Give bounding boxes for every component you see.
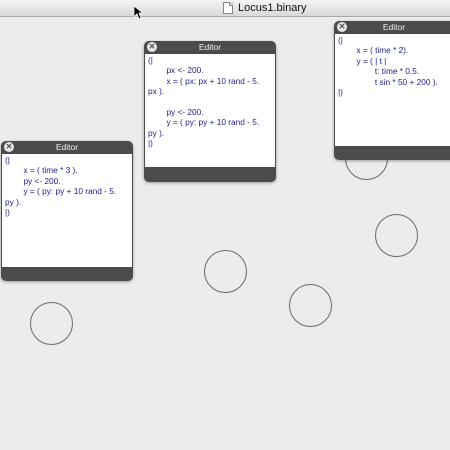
mouse-pointer-icon <box>134 6 144 20</box>
editor-title-bar[interactable]: ✕ Editor <box>144 41 276 54</box>
close-icon[interactable]: ✕ <box>147 42 157 52</box>
editor-window-1[interactable]: ✕ Editor (| x = ( time * 3 ). py <- 200.… <box>1 141 133 281</box>
editor-text-area[interactable]: (| x = ( time * 2). y = ( | t | t: time … <box>335 34 450 146</box>
circle-morph[interactable] <box>204 250 247 293</box>
editor-title: Editor <box>198 42 222 52</box>
circle-morph[interactable] <box>289 284 332 327</box>
editor-code: (| x = ( time * 3 ). py <- 200. y = ( py… <box>5 155 117 218</box>
editor-title-bar[interactable]: ✕ Editor <box>334 21 450 34</box>
editor-title: Editor <box>55 142 79 152</box>
circle-morph[interactable] <box>375 214 418 257</box>
window-title-bar: Locus1.binary <box>0 0 450 17</box>
editor-title-bar[interactable]: ✕ Editor <box>1 141 133 154</box>
editor-text-area[interactable]: (| px <- 200. x = ( px: px + 10 rand - 5… <box>145 54 275 167</box>
close-icon[interactable]: ✕ <box>4 142 14 152</box>
editor-window-2[interactable]: ✕ Editor (| px <- 200. x = ( px: px + 10… <box>144 41 276 182</box>
editor-code: (| x = ( time * 2). y = ( | t | t: time … <box>338 35 438 98</box>
window-title: Locus1.binary <box>238 2 307 14</box>
editor-title: Editor <box>382 22 406 32</box>
document-icon <box>223 2 233 14</box>
editor-code: (| px <- 200. x = ( px: px + 10 rand - 5… <box>148 55 260 149</box>
circle-morph[interactable] <box>30 302 73 345</box>
editor-window-3[interactable]: ✕ Editor (| x = ( time * 2). y = ( | t |… <box>334 21 450 160</box>
editor-text-area[interactable]: (| x = ( time * 3 ). py <- 200. y = ( py… <box>2 154 132 267</box>
close-icon[interactable]: ✕ <box>337 22 347 32</box>
